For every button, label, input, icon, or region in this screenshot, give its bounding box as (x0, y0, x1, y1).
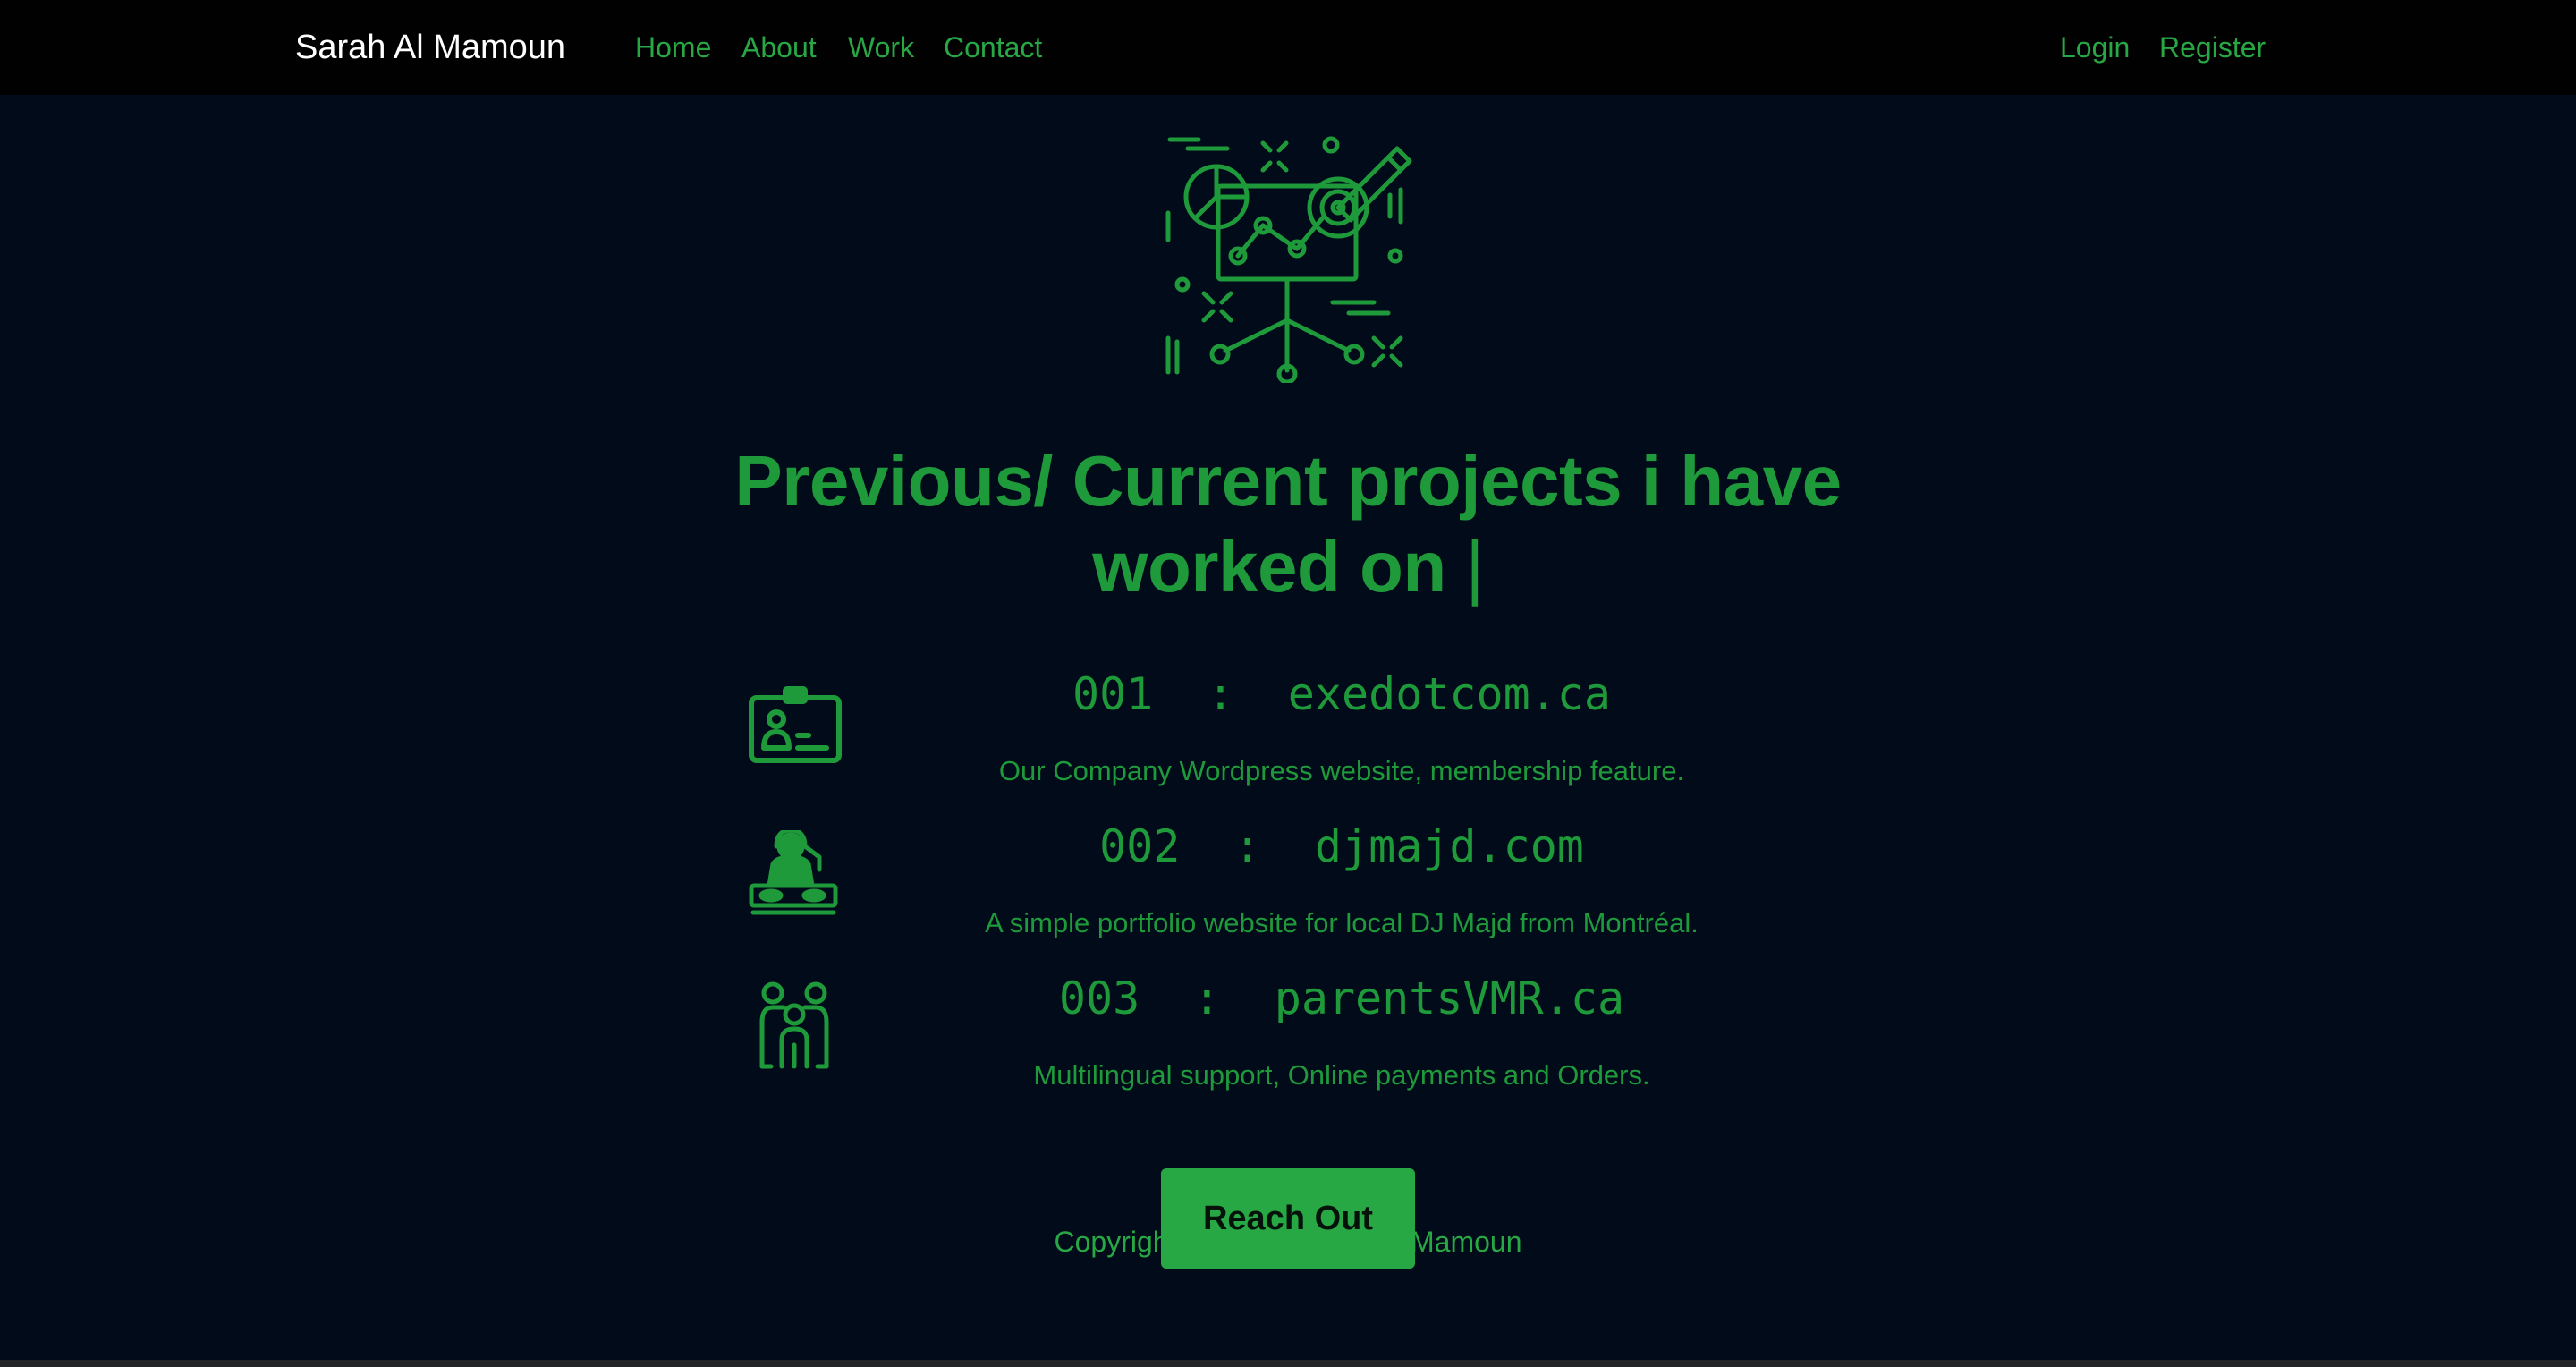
project-title-2: 002 : djmajd.com (1099, 820, 1584, 872)
main-content: Previous/ Current projects i have worked… (0, 95, 2576, 1362)
heading-line-2: worked on (1092, 527, 1446, 607)
nav-link-register[interactable]: Register (2159, 0, 2266, 95)
id-card-icon (749, 686, 842, 763)
project-description-1: Our Company Wordpress website, membershi… (998, 755, 1685, 786)
brand-link[interactable]: Sarah Al Mamoun (295, 0, 565, 95)
project-title-1: 001 : exedotcom.ca (1072, 668, 1612, 720)
project-description-3: Multilingual support, Online payments an… (1033, 1059, 1650, 1091)
bottom-divider (0, 1360, 2576, 1367)
nav-link-home[interactable]: Home (635, 0, 711, 95)
nav-link-about[interactable]: About (741, 0, 817, 95)
dj-turntable-icon (749, 830, 838, 915)
nav-link-login[interactable]: Login (2060, 0, 2130, 95)
presentation-board-icon (1165, 136, 1412, 383)
project-description-2: A simple portfolio website for local DJ … (985, 907, 1699, 938)
heading-line-1: Previous/ Current projects i have (734, 441, 1842, 521)
nav-link-work[interactable]: Work (848, 0, 914, 95)
footer-copyright: Copyright 2020 by Sarah Al Mamoun (1054, 1226, 1522, 1258)
nav-link-contact[interactable]: Contact (944, 0, 1042, 95)
family-icon (759, 981, 829, 1069)
navbar: Sarah Al Mamoun Home About Work Contact … (0, 0, 2576, 95)
page-heading: Previous/ Current projects i have worked… (707, 438, 1869, 610)
typing-cursor: | (1465, 527, 1485, 607)
project-title-3: 003 : parentsVMR.ca (1058, 972, 1625, 1024)
